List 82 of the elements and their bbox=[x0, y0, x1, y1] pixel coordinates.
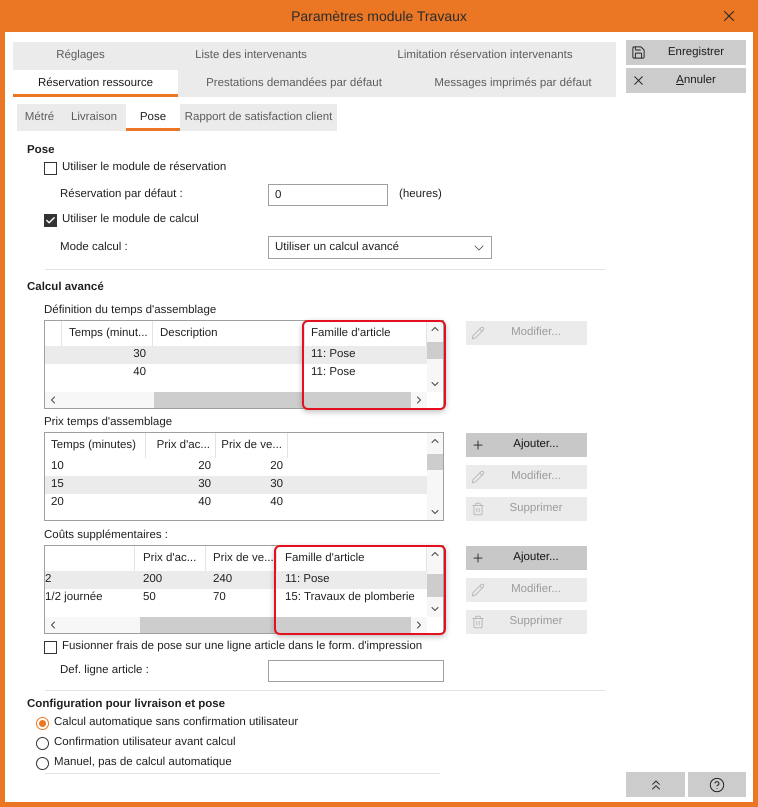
add-button[interactable]: Ajouter... bbox=[466, 546, 587, 570]
pencil-icon bbox=[471, 583, 485, 597]
hours-input[interactable]: 0 bbox=[268, 184, 388, 206]
radio-button[interactable] bbox=[36, 716, 49, 730]
window-title: Paramètres module Travaux bbox=[291, 6, 467, 26]
table-row[interactable]: 15 30 30 bbox=[45, 476, 427, 494]
checkbox[interactable] bbox=[44, 640, 57, 654]
table-cell-text: 240 bbox=[212, 572, 234, 588]
table-cell-text: 15: Travaux de plomberie bbox=[284, 590, 416, 606]
radio-button[interactable] bbox=[36, 736, 49, 750]
scrollbar-thumb[interactable] bbox=[154, 392, 411, 408]
trash-can-icon bbox=[471, 502, 485, 516]
table-cell-text: 20 bbox=[50, 495, 65, 510]
checkbox-label: Utiliser le module de réservation bbox=[62, 160, 226, 176]
table-cell-text: 11: Pose bbox=[310, 347, 357, 362]
table-row[interactable]: 2 200 240 11: Pose bbox=[45, 571, 427, 589]
scrollbar-thumb[interactable] bbox=[140, 617, 411, 633]
table-title: Définition du temps d'assemblage bbox=[44, 303, 216, 318]
cancel-button[interactable]: Annuler bbox=[626, 68, 746, 93]
trash-can-icon bbox=[471, 615, 485, 629]
section-heading: Calcul avancé bbox=[27, 280, 104, 296]
table-row[interactable]: 30 11: Pose bbox=[45, 346, 427, 364]
tab[interactable]: Limitation réservation intervenants bbox=[354, 42, 616, 70]
scrollbar-thumb[interactable] bbox=[427, 342, 443, 359]
table-cell-text: 70 bbox=[212, 590, 227, 606]
tab[interactable]: Prestations demandées par défaut bbox=[178, 70, 410, 97]
table-cell-text: 10 bbox=[50, 459, 65, 474]
radio-label: Manuel, pas de calcul automatique bbox=[54, 755, 232, 770]
checkbox[interactable] bbox=[44, 214, 57, 226]
horizontal-scrollbar[interactable] bbox=[45, 617, 427, 633]
help-icon bbox=[709, 776, 725, 792]
section-heading: Configuration pour livraison et pose bbox=[27, 697, 226, 712]
radio-label: Calcul automatique sans confirmation utilisateur bbox=[54, 715, 298, 730]
checkmark-icon bbox=[45, 214, 56, 226]
plus-icon bbox=[471, 438, 485, 452]
field-label: Mode calcul : bbox=[60, 240, 128, 253]
field-label: Def. ligne article : bbox=[60, 664, 149, 676]
table-cell-text: 200 bbox=[142, 572, 164, 588]
checkbox-label: Utiliser le module de calcul bbox=[62, 212, 199, 228]
subtab[interactable]: Livraison bbox=[62, 104, 126, 131]
table-cell-text: 1/2 journée bbox=[45, 590, 104, 606]
table-cell-text: 11: Pose bbox=[284, 572, 331, 588]
checkbox[interactable] bbox=[44, 162, 57, 174]
article-line-input[interactable] bbox=[268, 660, 444, 682]
field-label: Réservation par défaut : bbox=[60, 188, 183, 200]
add-button[interactable]: Ajouter... bbox=[466, 433, 587, 457]
pencil-icon bbox=[471, 326, 485, 340]
subtab[interactable]: Métré bbox=[17, 104, 62, 131]
vertical-scrollbar[interactable] bbox=[427, 433, 443, 520]
table-cell-text: 11: Pose bbox=[310, 365, 357, 380]
horizontal-scrollbar[interactable] bbox=[45, 392, 427, 408]
table-cell-text: 30 bbox=[197, 477, 212, 492]
section-heading: Pose bbox=[27, 143, 54, 158]
table-cell-text: 30 bbox=[269, 477, 284, 492]
table-cell-text: 40 bbox=[269, 495, 284, 510]
table-cell-text: 50 bbox=[142, 590, 157, 606]
scrollbar-thumb[interactable] bbox=[427, 574, 443, 597]
checkbox-label: Fusionner frais de pose sur une ligne article dans le form. d'impression bbox=[62, 639, 422, 654]
table-title: Coûts supplémentaires : bbox=[44, 528, 168, 544]
radio-button[interactable] bbox=[36, 756, 49, 770]
table-title: Prix temps d'assemblage bbox=[44, 415, 172, 430]
tab[interactable]: Messages imprimés par défaut bbox=[410, 70, 616, 97]
vertical-scrollbar[interactable] bbox=[427, 321, 443, 392]
table-cell-text: 15 bbox=[50, 477, 65, 492]
save-button[interactable]: Enregistrer bbox=[626, 40, 746, 65]
table-cell-text: 30 bbox=[132, 347, 147, 362]
tab[interactable]: Liste des intervenants bbox=[148, 42, 354, 70]
calculation-mode-dropdown[interactable]: Utiliser un calcul avancé bbox=[268, 236, 492, 259]
radio-label: Confirmation utilisateur avant calcul bbox=[54, 735, 236, 750]
table-cell-text: 20 bbox=[269, 459, 284, 474]
vertical-scrollbar[interactable] bbox=[427, 546, 443, 617]
table-cell-text: 40 bbox=[132, 365, 147, 380]
table-cell-text: 20 bbox=[197, 459, 212, 474]
scrollbar-thumb[interactable] bbox=[427, 454, 443, 470]
help-button[interactable] bbox=[688, 772, 746, 797]
table-cell-text: 40 bbox=[197, 495, 212, 510]
pencil-icon bbox=[471, 470, 485, 484]
plus-icon bbox=[471, 551, 485, 565]
unit-label: (heures) bbox=[399, 187, 442, 202]
table-cell-text: 2 bbox=[45, 572, 52, 588]
tab[interactable]: Réglages bbox=[13, 42, 148, 70]
subtab[interactable]: Rapport de satisfaction client bbox=[180, 104, 337, 131]
